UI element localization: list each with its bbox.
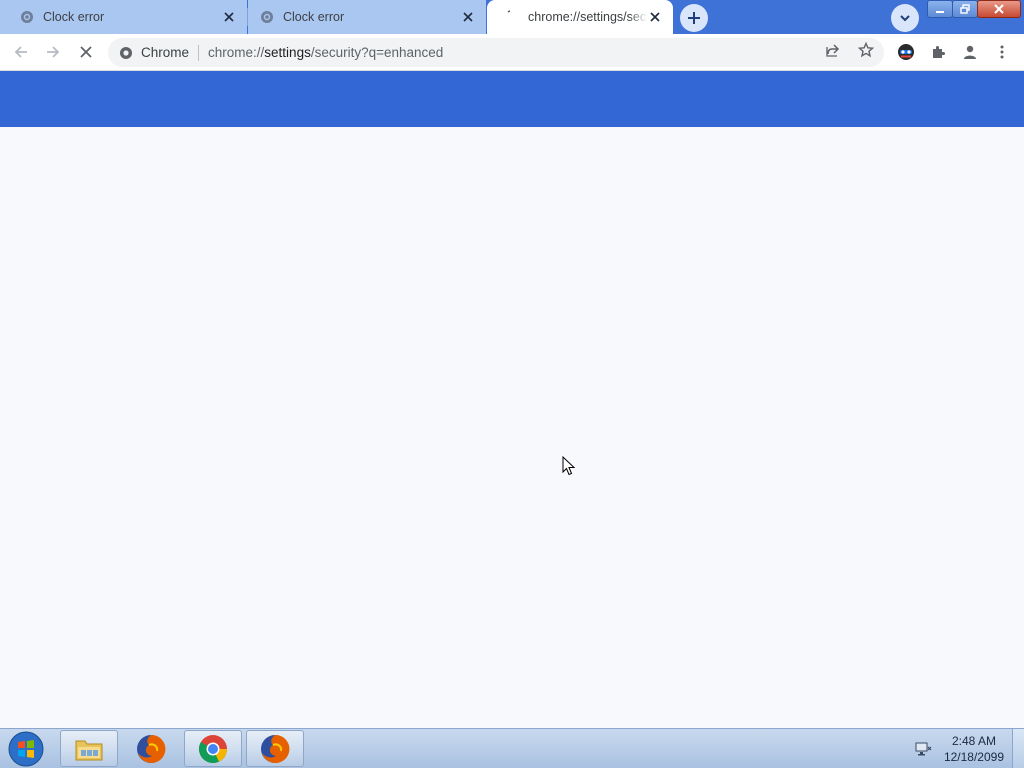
chrome-logo-icon — [199, 734, 227, 763]
chrome-window: Clock error Clock error chrome://setting… — [0, 0, 1024, 728]
close-window-button[interactable] — [977, 0, 1021, 18]
windows-logo-icon — [8, 731, 44, 767]
tab-settings-security[interactable]: chrome://settings/security — [487, 0, 673, 34]
puzzle-icon — [933, 46, 945, 58]
close-icon — [994, 4, 1004, 14]
windows-taskbar: 2:48 AM 12/18/2099 — [0, 728, 1024, 768]
incognito-extension-icon — [898, 44, 914, 60]
share-button[interactable] — [824, 41, 842, 59]
minimize-icon — [936, 11, 944, 13]
taskbar-firefox-1[interactable] — [122, 730, 180, 767]
network-icon[interactable] — [914, 741, 932, 757]
taskbar-explorer[interactable] — [60, 730, 118, 767]
close-tab-icon[interactable] — [221, 9, 237, 25]
taskbar-chrome[interactable] — [184, 730, 242, 767]
extensions-menu-button[interactable] — [925, 39, 951, 65]
stop-loading-button[interactable] — [73, 39, 99, 65]
globe-icon — [20, 10, 34, 24]
chrome-menu-button[interactable] — [989, 39, 1015, 65]
omnibox-divider — [198, 44, 200, 61]
firefox-icon — [261, 734, 290, 763]
folder-icon — [75, 740, 103, 760]
clock-date: 12/18/2099 — [943, 750, 1004, 764]
settings-header-bar — [0, 71, 1024, 127]
arrow-left-icon — [14, 46, 27, 58]
close-icon — [80, 46, 92, 58]
chevron-down-icon — [900, 15, 910, 22]
bookmark-button[interactable] — [857, 41, 875, 59]
tab-clock-error-1[interactable]: Clock error — [0, 0, 247, 34]
forward-button[interactable] — [40, 39, 66, 65]
firefox-icon — [137, 734, 166, 763]
loading-icon — [505, 10, 519, 24]
window-controls — [927, 0, 1021, 18]
extension-button[interactable] — [893, 39, 919, 65]
url-host: settings — [264, 45, 311, 60]
close-tab-icon[interactable] — [647, 9, 663, 25]
taskbar-firefox-2[interactable] — [246, 730, 304, 767]
star-icon — [858, 42, 874, 58]
browser-toolbar: Chrome chrome://settings/security?q=enha… — [0, 34, 1024, 71]
tab-title: Clock error — [43, 10, 105, 24]
tab-title: chrome://settings/security — [528, 10, 647, 24]
start-button[interactable] — [6, 730, 46, 768]
globe-icon — [260, 10, 274, 24]
minimize-button[interactable] — [927, 0, 953, 18]
url-path: /security?q=enhanced — [310, 45, 444, 60]
restore-button[interactable] — [952, 0, 978, 18]
tab-strip: Clock error Clock error chrome://setting… — [0, 0, 1024, 34]
more-vert-icon — [1000, 45, 1004, 59]
share-icon — [826, 44, 840, 57]
site-chip-label: Chrome — [141, 45, 190, 60]
person-icon — [964, 45, 976, 59]
taskbar-clock[interactable]: 2:48 AM 12/18/2099 — [944, 733, 1004, 765]
url-scheme: chrome:// — [208, 45, 265, 60]
tab-search-button[interactable] — [891, 4, 919, 32]
new-tab-button[interactable] — [680, 4, 708, 32]
address-bar[interactable]: Chrome chrome://settings/security?q=enha… — [108, 38, 884, 67]
chrome-icon — [119, 46, 133, 60]
arrow-right-icon — [47, 46, 60, 58]
tab-clock-error-2[interactable]: Clock error — [248, 0, 486, 34]
restore-icon — [960, 4, 970, 14]
plus-icon — [688, 12, 700, 24]
profile-button[interactable] — [957, 39, 983, 65]
clock-time: 2:48 AM — [951, 734, 996, 748]
close-tab-icon[interactable] — [460, 9, 476, 25]
url-text[interactable]: chrome://settings/security?q=enhanced — [208, 45, 443, 60]
back-button[interactable] — [8, 39, 34, 65]
show-desktop-button[interactable] — [1012, 729, 1024, 768]
settings-page-body — [0, 127, 1024, 728]
tab-title: Clock error — [283, 10, 345, 24]
mouse-cursor-icon — [562, 456, 576, 476]
